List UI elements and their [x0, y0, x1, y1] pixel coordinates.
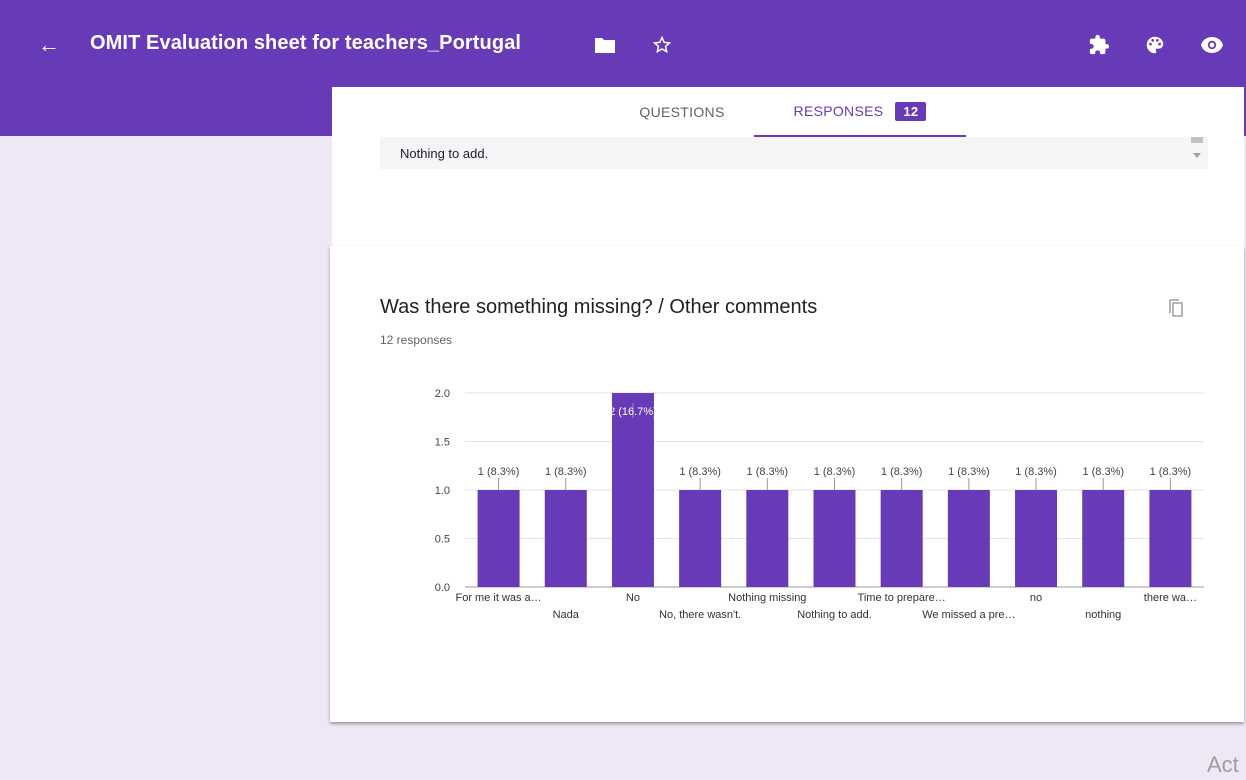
tab-responses-label: RESPONSES: [793, 103, 884, 119]
data-label: 1 (8.3%): [1082, 466, 1124, 478]
x-tick-label: For me it was a…: [455, 592, 541, 604]
data-label: 1 (8.3%): [478, 466, 520, 478]
y-tick-label: 0.5: [435, 534, 450, 546]
x-tick-label: No: [626, 592, 640, 604]
y-tick-label: 1.0: [435, 485, 450, 497]
palette-icon[interactable]: [1140, 30, 1170, 60]
arrow-back-icon[interactable]: ←: [34, 30, 64, 60]
data-label: 1 (8.3%): [1015, 466, 1057, 478]
chart-bar: [1015, 490, 1058, 587]
x-tick-label: We missed a pre…: [922, 609, 1015, 621]
chart-bar: [813, 490, 856, 587]
y-tick-label: 2.0: [435, 388, 450, 400]
x-tick-label: there wa…: [1144, 592, 1197, 604]
chart-bar: [746, 490, 789, 587]
data-label: 1 (8.3%): [679, 466, 721, 478]
data-label: 1 (8.3%): [747, 466, 789, 478]
chart-bar: [947, 490, 990, 587]
y-tick-label: 1.5: [435, 437, 450, 449]
tab-responses[interactable]: RESPONSES 12: [754, 87, 966, 137]
x-tick-label: Nada: [553, 609, 580, 621]
data-label: 1 (8.3%): [1150, 466, 1192, 478]
data-label: 1 (8.3%): [948, 466, 990, 478]
bar-chart: 0.0 0.5 1.0 1.5 2.0 1 (8.3%) For me it was a… 1…: [435, 388, 1204, 621]
x-tick-label: no: [1030, 592, 1042, 604]
question-summary-card: Was there something missing? / Other com…: [330, 246, 1244, 722]
x-tick-label: Nothing missing: [728, 592, 806, 604]
chart-bar: [544, 490, 587, 587]
data-label: 2 (16.7%): [609, 406, 657, 418]
y-tick-label: 0.0: [435, 582, 450, 594]
tab-questions[interactable]: QUESTIONS: [626, 87, 738, 137]
response-list-box: Nothing to add.: [380, 137, 1208, 169]
x-tick-label: nothing: [1085, 609, 1121, 621]
x-tick-label: Nothing to add.: [797, 609, 872, 621]
tabs-bar: QUESTIONS RESPONSES 12: [332, 87, 1244, 137]
data-label: 1 (8.3%): [545, 466, 587, 478]
puzzle-icon[interactable]: [1084, 30, 1114, 60]
eye-icon[interactable]: [1197, 30, 1227, 60]
chart-bar: [1082, 490, 1125, 587]
form-title[interactable]: OMIT Evaluation sheet for teachers_Portu…: [90, 32, 521, 55]
data-label: 1 (8.3%): [814, 466, 856, 478]
responses-count-badge: 12: [895, 101, 927, 121]
folder-icon[interactable]: [590, 30, 620, 60]
x-tick-label: Time to prepare…: [858, 592, 946, 604]
chart-bar: [880, 490, 923, 587]
activation-watermark: Act: [1207, 752, 1239, 777]
response-item: Nothing to add.: [400, 146, 489, 161]
chart-bar: [477, 490, 520, 587]
x-tick-label: No, there wasn't.: [659, 609, 741, 621]
scrollbar[interactable]: [1186, 137, 1208, 169]
data-label: 1 (8.3%): [881, 466, 923, 478]
header-toolbar: ← OMIT Evaluation sheet for teachers_Por…: [0, 0, 1246, 88]
chart-bar: [1149, 490, 1192, 587]
chart-bar: [611, 393, 654, 587]
chart-bar: [679, 490, 722, 587]
previous-question-card: Nothing to add.: [332, 137, 1244, 247]
star-outline-icon[interactable]: [647, 30, 677, 60]
